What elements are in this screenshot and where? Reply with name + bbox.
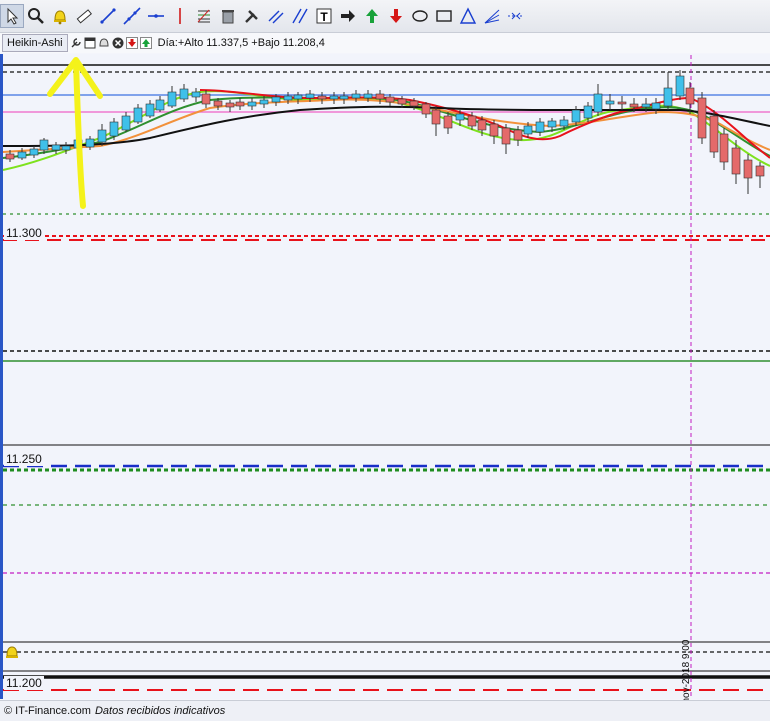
candle[interactable] [133,104,143,124]
rectangle-icon[interactable] [432,4,456,28]
price-chart[interactable] [0,54,770,699]
heikin-ashi-candles[interactable] [5,70,765,194]
candle[interactable] [535,118,545,136]
data-notice-text: Datos recibidos indicativos [94,705,226,717]
copyright-text: © IT-Finance.com [4,705,91,717]
horizontal-line-icon[interactable] [144,4,168,28]
status-footer: © IT-Finance.com Datos recibidos indicat… [0,700,770,721]
candle[interactable] [329,92,339,104]
move-up-icon[interactable] [139,37,152,49]
close-circle-icon[interactable] [112,37,124,49]
candle[interactable] [201,90,211,108]
triangle-icon[interactable] [456,4,480,28]
day-high-low-info: Día:+Alto 11.337,5 +Bajo 11.208,4 [157,37,325,49]
indicator-bar: Heikin-Ashi Día:+Alto 11.337,5 +Bajo 11.… [0,33,770,53]
candle[interactable] [675,70,685,100]
candle[interactable] [593,84,603,116]
candle[interactable] [339,92,349,104]
arrow-up-green-icon[interactable] [360,4,384,28]
candle[interactable] [501,124,511,154]
trash-icon[interactable] [216,4,240,28]
candle[interactable] [109,118,119,140]
candle[interactable] [145,100,155,118]
price-level-11250: 11.250 [4,452,44,466]
candle[interactable] [179,84,189,102]
move-down-icon[interactable] [125,37,138,49]
candle[interactable] [235,98,245,110]
svg-text:T: T [320,10,328,24]
candle[interactable] [709,110,719,158]
fan-icon[interactable] [480,4,504,28]
trendline-extended-icon[interactable] [120,4,144,28]
price-level-11200: 11.200 [4,676,44,690]
candle[interactable] [247,98,257,110]
ellipse-icon[interactable] [408,4,432,28]
arrow-right-icon[interactable] [336,4,360,28]
candle[interactable] [697,92,707,144]
fibonacci-icon[interactable] [192,4,216,28]
candle[interactable] [155,96,165,112]
indicator-name[interactable]: Heikin-Ashi [2,34,68,52]
ruler-icon[interactable] [72,4,96,28]
candle[interactable] [617,96,627,110]
vertical-line-icon[interactable] [168,4,192,28]
candle[interactable] [431,106,441,136]
drawing-toolbar: T [0,0,770,33]
trendline-icon[interactable] [96,4,120,28]
candle[interactable] [743,154,753,194]
pointer-icon[interactable] [0,4,24,28]
candle[interactable] [167,86,177,108]
candle[interactable] [385,94,395,106]
channel-icon[interactable] [264,4,288,28]
cross-icon[interactable] [504,4,528,28]
text-icon[interactable]: T [312,4,336,28]
candle[interactable] [225,100,235,112]
candle[interactable] [121,112,131,132]
candle[interactable] [85,136,95,150]
candle[interactable] [755,162,765,188]
candle[interactable] [191,88,201,102]
candle[interactable] [317,92,327,104]
candle[interactable] [29,146,39,158]
alarm-bell-marker-icon[interactable] [4,644,20,660]
annotation-arrow[interactable] [47,57,103,209]
parallel-lines-icon[interactable] [288,4,312,28]
zoom-icon[interactable] [24,4,48,28]
candle[interactable] [421,102,431,118]
price-level-11300: 11.300 [4,226,44,240]
candle[interactable] [663,72,673,110]
settings-tools-icon[interactable] [240,4,264,28]
bell-small-icon[interactable] [98,37,110,49]
arrow-down-red-icon[interactable] [384,4,408,28]
candle[interactable] [443,112,453,134]
candle[interactable] [51,142,61,154]
window-icon[interactable] [84,37,96,49]
wrench-icon[interactable] [70,37,82,49]
alarm-bell-icon[interactable] [48,4,72,28]
candle[interactable] [719,128,729,170]
candle[interactable] [605,94,615,110]
